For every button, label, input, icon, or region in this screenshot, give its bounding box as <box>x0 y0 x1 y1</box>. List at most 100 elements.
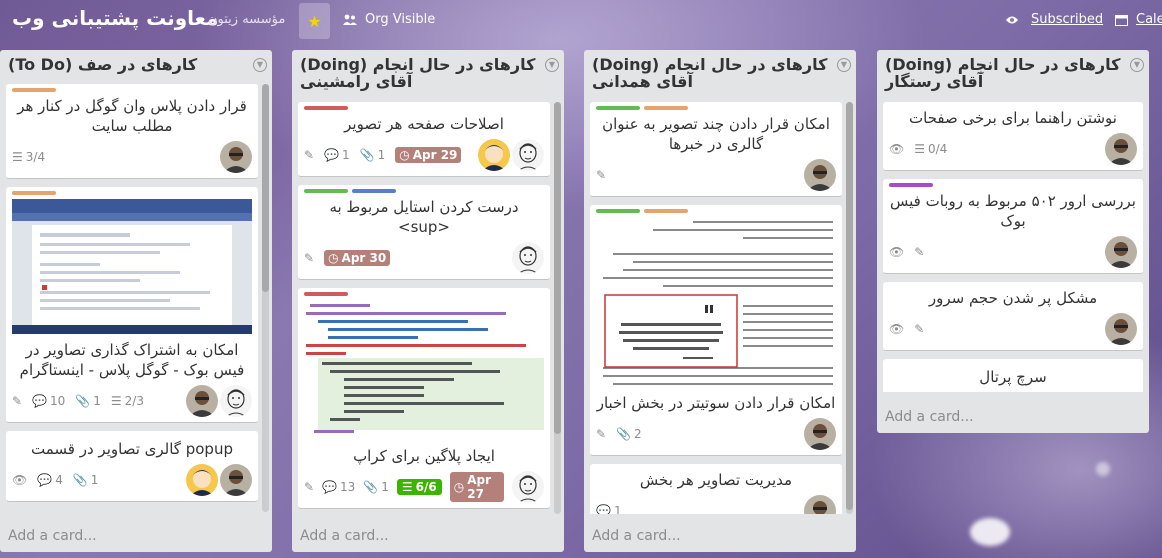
card-badges: ✎ 📎 2 <box>590 418 842 450</box>
list-title[interactable]: کارهای در حال انجام (Doing) آقای رستگار <box>885 56 1121 90</box>
list-scrollbar-thumb[interactable] <box>846 102 853 510</box>
paperclip-icon: 📎 <box>616 427 632 441</box>
add-card-link[interactable]: Add a card... <box>592 528 681 544</box>
card-labels <box>304 292 544 296</box>
clock-icon: ◷ <box>328 251 339 265</box>
checklist-count: 2/3 <box>124 394 144 408</box>
visibility-label: Org Visible <box>365 12 436 27</box>
member-avatar[interactable] <box>186 385 218 417</box>
due-date: Apr 27 <box>467 473 492 501</box>
card[interactable]: امکان قرار دادن سوتیتر در بخش اخبار ✎ 📎 2 <box>590 205 842 456</box>
card-labels <box>304 106 544 110</box>
list-title[interactable]: کارهای در صف (To Do) <box>8 56 244 73</box>
card[interactable]: درست کردن استایل مربوط به <sup> ✎ ◷ Apr 3… <box>298 185 550 280</box>
list-menu-icon[interactable]: ▼ <box>253 58 267 72</box>
org-name[interactable]: مؤسسه زیتون <box>208 12 285 27</box>
list-title[interactable]: کارهای در حال انجام (Doing) آقای رامشینی <box>300 56 536 90</box>
pencil-icon: ✎ <box>12 394 23 408</box>
board-title[interactable]: معاونت پشتیبانی وب <box>12 6 218 30</box>
comment-icon: 💬 <box>322 480 338 494</box>
card[interactable]: امکان قرار دادن چند تصویر به عنوان گالری… <box>590 102 842 197</box>
subscribed-badge: 👁 <box>889 142 904 156</box>
comments-badge: 💬 13 <box>322 480 355 494</box>
member-avatar[interactable] <box>220 385 252 417</box>
member-avatar[interactable] <box>512 139 544 171</box>
paperclip-icon: 📎 <box>363 480 379 494</box>
list-header[interactable]: کارهای در حال انجام (Doing) آقای رامشینی… <box>292 50 564 94</box>
list-header[interactable]: کارهای در صف (To Do) ▼ <box>0 50 272 77</box>
list-scrollbar-thumb[interactable] <box>554 102 561 434</box>
member-avatar[interactable] <box>804 418 836 450</box>
member-avatar[interactable] <box>1105 236 1137 268</box>
attachment-count: 1 <box>377 148 386 162</box>
calendar-icon <box>1115 14 1128 26</box>
star-board-button[interactable]: ★ <box>299 3 330 39</box>
calendar-button[interactable]: Cale <box>1115 12 1162 27</box>
list-menu-icon[interactable]: ▼ <box>1130 58 1144 72</box>
card-badges: ✎ <box>596 159 836 191</box>
due-date-badge: ◷ Apr 30 <box>324 250 391 266</box>
card[interactable]: ایجاد پلاگین برای کراپ ✎ 💬 13 📎 1 ☰ 6/6 ◷ Ap… <box>298 288 550 509</box>
list-title[interactable]: کارهای در حال انجام (Doing) آقای همدانی <box>592 56 828 90</box>
card-badges: ✎ 💬 1 📎 1 ◷ Apr 29 <box>304 139 544 171</box>
member-avatar[interactable] <box>804 495 836 514</box>
list-scrollbar-thumb[interactable] <box>262 84 269 292</box>
checklist-badge: ☰ 3/4 <box>12 150 45 164</box>
checklist-count: 3/4 <box>25 150 46 164</box>
visibility-button[interactable]: Org Visible <box>343 12 435 27</box>
checklist-icon: ☰ <box>914 142 925 156</box>
list-header[interactable]: کارهای در حال انجام (Doing) آقای همدانی … <box>584 50 856 94</box>
card[interactable]: قرار دادن پلاس وان گوگل در کنار هر مطلب … <box>6 84 258 179</box>
card-badges: ✎ ◷ Apr 30 <box>304 242 544 274</box>
comments-badge: 💬 1 <box>324 148 350 162</box>
list-header[interactable]: کارهای در حال انجام (Doing) آقای رستگار … <box>877 50 1149 94</box>
subscribed-button[interactable]: Subscribed <box>1005 12 1103 27</box>
add-card-link[interactable]: Add a card... <box>8 528 97 544</box>
card-members <box>220 141 252 173</box>
attachments-badge: 📎 1 <box>73 473 99 487</box>
card[interactable]: امکان به اشتراک گذاری تصاویر در فیس بوک … <box>6 187 258 423</box>
description-badge: ✎ <box>596 168 606 182</box>
card-title: popup گالری تصاویر در قسمت <box>31 440 233 458</box>
card[interactable]: نوشتن راهنما برای برخی صفحات 👁 ☰ 0/4 <box>883 102 1143 171</box>
checklist-count: 6/6 <box>415 480 437 494</box>
card-badges: ☰ 3/4 <box>12 141 252 173</box>
card[interactable]: مشکل پر شدن حجم سرور 👁 ✎ <box>883 282 1143 351</box>
member-avatar[interactable] <box>478 139 510 171</box>
card[interactable]: سرچ پرتال <box>883 359 1143 392</box>
people-icon <box>343 14 357 25</box>
add-card-link[interactable]: Add a card... <box>885 409 974 425</box>
card-title: بررسی ارور ۵۰۲ مربوط به روبات فیس بوک <box>890 192 1136 230</box>
paperclip-icon: 📎 <box>75 394 91 408</box>
member-avatar[interactable] <box>512 471 544 503</box>
due-date: Apr 29 <box>412 148 458 162</box>
card-badges: 💬 1 <box>596 495 836 514</box>
card-title: ایجاد پلاگین برای کراپ <box>353 447 495 465</box>
eye-icon: 👁 <box>889 142 905 156</box>
card-members <box>512 471 544 503</box>
member-avatar[interactable] <box>220 141 252 173</box>
card[interactable]: popup گالری تصاویر در قسمت 👁 💬 4 📎 1 <box>6 431 258 502</box>
list-menu-icon[interactable]: ▼ <box>545 58 559 72</box>
card[interactable]: مدیریت تصاویر هر بخش 💬 1 <box>590 464 842 514</box>
card-members <box>478 139 544 171</box>
card-members <box>1105 133 1137 165</box>
list-menu-icon[interactable]: ▼ <box>837 58 851 72</box>
checklist-badge: ☰ 2/3 <box>111 394 144 408</box>
member-avatar[interactable] <box>804 159 836 191</box>
member-avatar[interactable] <box>1105 313 1137 345</box>
card[interactable]: بررسی ارور ۵۰۲ مربوط به روبات فیس بوک 👁 … <box>883 179 1143 274</box>
label-orange <box>644 209 688 213</box>
add-card-link[interactable]: Add a card... <box>300 528 389 544</box>
paperclip-icon: 📎 <box>359 148 375 162</box>
label-red <box>304 292 348 296</box>
member-avatar[interactable] <box>186 464 218 496</box>
member-avatar[interactable] <box>1105 133 1137 165</box>
card[interactable]: اصلاحات صفحه هر تصویر ✎ 💬 1 📎 1 ◷ Apr 29 <box>298 102 550 177</box>
list-doing-rastegar: کارهای در حال انجام (Doing) آقای رستگار … <box>877 50 1149 433</box>
member-avatar[interactable] <box>220 464 252 496</box>
member-avatar[interactable] <box>512 242 544 274</box>
subscribed-badge: 👁 <box>889 245 904 259</box>
label-green <box>596 106 640 110</box>
label-orange <box>12 88 56 92</box>
